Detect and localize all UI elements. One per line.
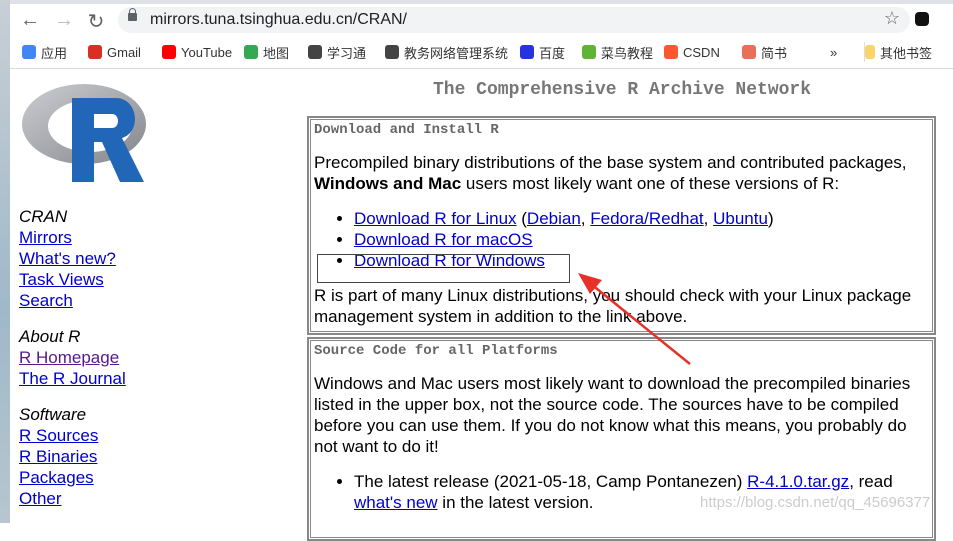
- annotation-arrow-icon: [578, 273, 691, 365]
- watermark: https://blog.csdn.net/qq_45696377: [700, 494, 931, 511]
